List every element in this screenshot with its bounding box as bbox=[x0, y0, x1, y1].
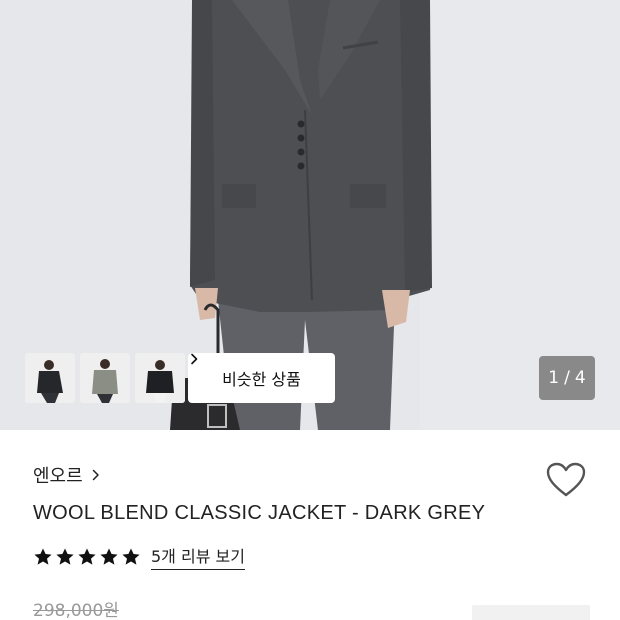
original-price: 298,000원 bbox=[33, 601, 119, 620]
review-link[interactable]: 5개 리뷰 보기 bbox=[151, 543, 245, 570]
chevron-right-icon bbox=[191, 353, 198, 365]
thumbnail-image bbox=[25, 353, 75, 403]
thumbnail-image bbox=[135, 353, 185, 403]
counter-current: 1 bbox=[548, 368, 560, 388]
product-image[interactable]: 비슷한 상품 1 / 4 bbox=[0, 0, 620, 430]
thumbnail-2[interactable] bbox=[80, 353, 130, 403]
image-counter: 1 / 4 bbox=[539, 356, 595, 400]
thumbnail-3[interactable] bbox=[135, 353, 185, 403]
counter-separator: / bbox=[564, 368, 570, 388]
star-filled-icon bbox=[78, 548, 96, 565]
star-filled-icon bbox=[34, 548, 52, 565]
similar-products-label: 비슷한 상품 bbox=[222, 370, 301, 389]
thumbnail-1[interactable] bbox=[25, 353, 75, 403]
price-side-box[interactable] bbox=[472, 605, 590, 620]
rating-row: 5개 리뷰 보기 bbox=[33, 543, 245, 570]
brand-name: 엔오르 bbox=[33, 466, 83, 487]
heart-outline-icon[interactable] bbox=[545, 461, 587, 499]
star-filled-icon bbox=[100, 548, 118, 565]
star-filled-icon bbox=[122, 548, 140, 565]
counter-total: 4 bbox=[574, 368, 586, 388]
rating-stars bbox=[33, 547, 141, 567]
product-title: WOOL BLEND CLASSIC JACKET - DARK GREY bbox=[33, 502, 486, 524]
star-filled-icon bbox=[56, 548, 74, 565]
thumbnail-image bbox=[80, 353, 130, 403]
thumbnail-strip bbox=[25, 353, 185, 403]
brand-link[interactable]: 엔오르 bbox=[33, 462, 101, 488]
similar-products-button[interactable]: 비슷한 상품 bbox=[188, 353, 335, 403]
chevron-right-icon bbox=[92, 469, 99, 481]
